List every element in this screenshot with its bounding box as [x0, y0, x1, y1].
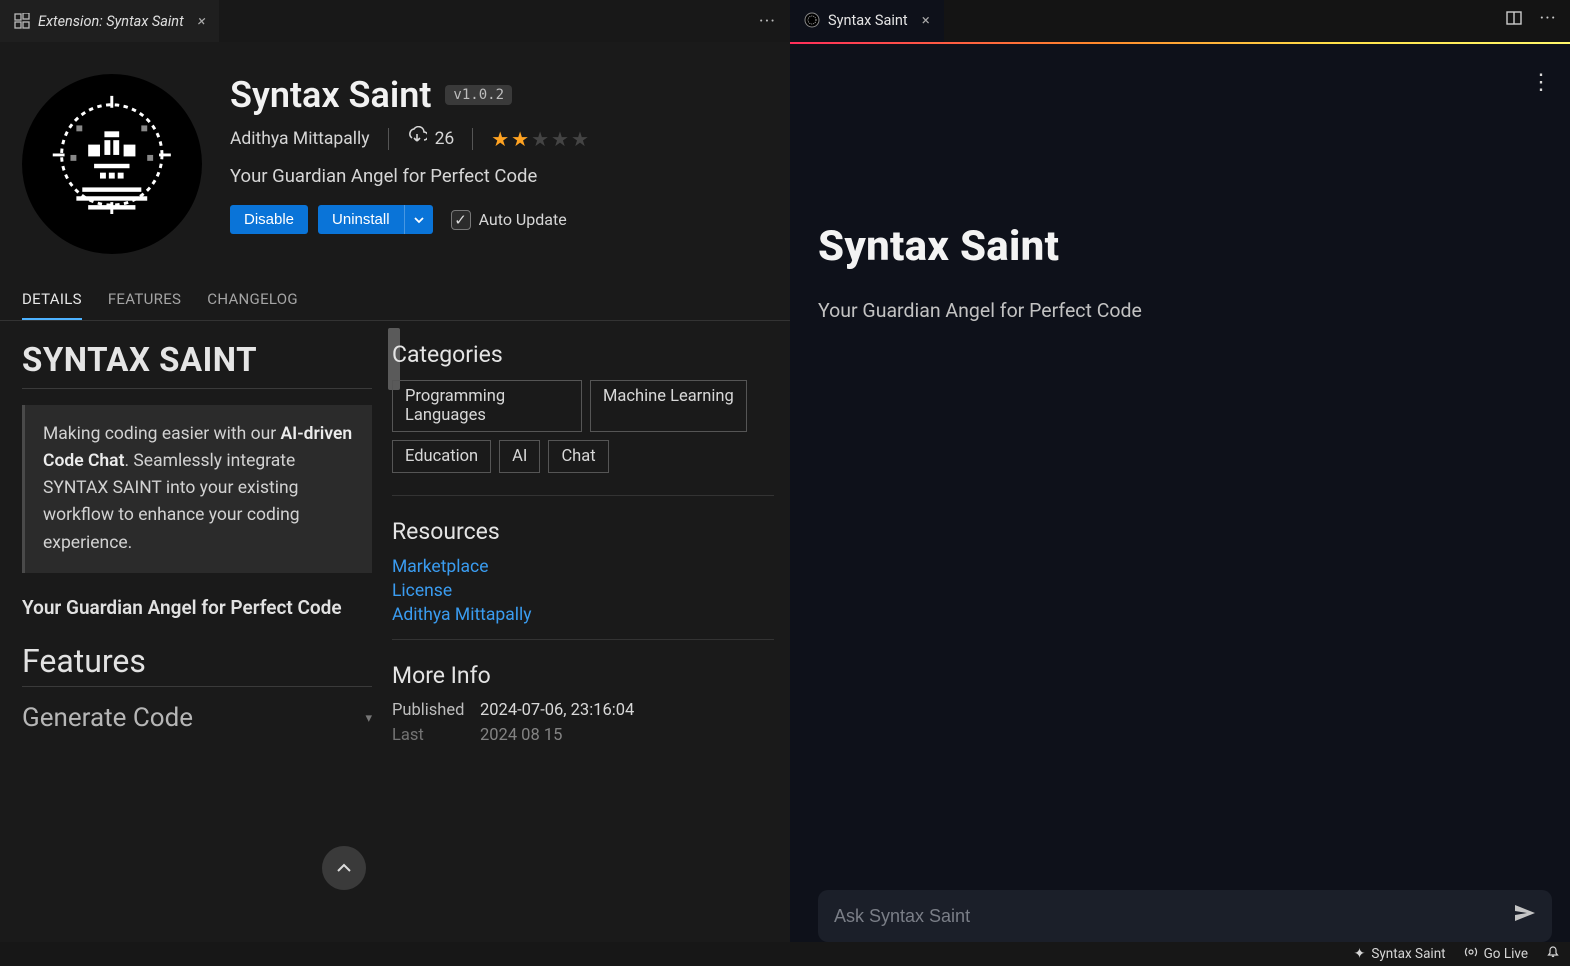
- info-key: Last: [392, 726, 470, 745]
- status-syntax-saint[interactable]: ✦ Syntax Saint: [1354, 946, 1446, 962]
- quote-text: Making coding easier with our: [43, 424, 281, 444]
- uninstall-button[interactable]: Uninstall: [318, 205, 404, 234]
- extension-logo: [22, 74, 202, 254]
- more-icon[interactable]: ···: [1538, 8, 1558, 28]
- kebab-menu-icon[interactable]: ⋮: [1530, 70, 1552, 95]
- readme-quote: Making coding easier with our AI-driven …: [22, 405, 372, 573]
- tab-syntax-saint[interactable]: Syntax Saint ×: [790, 0, 944, 42]
- tab-details[interactable]: DETAILS: [22, 282, 82, 320]
- extension-name: Syntax Saint: [230, 74, 431, 116]
- auto-update-label: Auto Update: [479, 210, 567, 229]
- bell-icon: [1546, 945, 1560, 963]
- features-heading: Features: [22, 642, 372, 680]
- info-row-last: Last 2024 08 15: [392, 726, 774, 745]
- moreinfo-heading: More Info: [392, 662, 774, 689]
- sparkle-icon: ✦: [1354, 946, 1366, 962]
- tab-features[interactable]: FEATURES: [108, 282, 181, 320]
- ask-input[interactable]: [834, 906, 1512, 927]
- install-number: 26: [435, 129, 455, 149]
- readme-sub-tagline: Your Guardian Angel for Perfect Code: [22, 595, 372, 621]
- info-row-published: Published 2024-07-06, 23:16:04: [392, 701, 774, 720]
- version-badge: v1.0.2: [445, 85, 512, 105]
- chat-subtitle: Your Guardian Angel for Perfect Code: [818, 299, 1542, 322]
- right-tabbar: Syntax Saint × ···: [790, 0, 1570, 42]
- chat-title: Syntax Saint: [818, 222, 1542, 271]
- extension-header: Syntax Saint v1.0.2 Adithya Mittapally: [0, 42, 790, 264]
- category-machine-learning[interactable]: Machine Learning: [590, 380, 747, 432]
- divider: [392, 639, 774, 640]
- link-marketplace[interactable]: Marketplace: [392, 557, 774, 577]
- more-icon[interactable]: ···: [759, 11, 776, 32]
- status-label: Syntax Saint: [1371, 946, 1445, 962]
- divider: [392, 495, 774, 496]
- tab-extension[interactable]: Extension: Syntax Saint ×: [0, 0, 219, 42]
- app-logo-icon: [804, 12, 820, 28]
- download-icon: [407, 126, 427, 151]
- auto-update-checkbox[interactable]: ✓: [451, 210, 471, 230]
- extension-tagline: Your Guardian Angel for Perfect Code: [230, 165, 772, 187]
- ask-bar: [818, 890, 1552, 942]
- category-programming-languages[interactable]: Programming Languages: [392, 380, 582, 432]
- status-notifications[interactable]: [1546, 945, 1560, 963]
- divider: [22, 686, 372, 687]
- rating-stars[interactable]: ★★★★★: [491, 127, 591, 151]
- broadcast-icon: [1464, 945, 1478, 963]
- status-label: Go Live: [1484, 946, 1528, 962]
- extensions-icon: [14, 13, 30, 29]
- publisher-name[interactable]: Adithya Mittapally: [230, 129, 370, 149]
- chevron-down-icon[interactable]: ▾: [365, 711, 372, 726]
- subtabs: DETAILS FEATURES CHANGELOG: [0, 264, 790, 321]
- tab-title-left: Extension: Syntax Saint: [38, 13, 184, 30]
- status-go-live[interactable]: Go Live: [1464, 945, 1528, 963]
- tab-title-right: Syntax Saint: [828, 12, 908, 29]
- info-value: 2024 08 15: [480, 726, 774, 745]
- link-publisher[interactable]: Adithya Mittapally: [392, 605, 774, 625]
- generate-code-label: Generate Code: [22, 703, 193, 733]
- send-icon[interactable]: [1512, 901, 1536, 931]
- split-editor-icon[interactable]: [1504, 8, 1524, 28]
- close-icon[interactable]: ×: [198, 12, 206, 30]
- resources-heading: Resources: [392, 518, 774, 545]
- category-ai[interactable]: AI: [499, 440, 540, 473]
- readme-title: SYNTAX SAINT: [22, 341, 372, 380]
- tab-changelog[interactable]: CHANGELOG: [207, 282, 298, 320]
- divider: [22, 388, 372, 389]
- close-icon[interactable]: ×: [922, 11, 930, 29]
- divider: [472, 128, 473, 150]
- info-key: Published: [392, 701, 470, 720]
- generate-code-heading: Generate Code ▾: [22, 703, 372, 733]
- scroll-to-top-button[interactable]: [322, 846, 366, 890]
- uninstall-caret[interactable]: [404, 205, 433, 234]
- category-chat[interactable]: Chat: [548, 440, 608, 473]
- disable-button[interactable]: Disable: [230, 205, 308, 234]
- category-education[interactable]: Education: [392, 440, 491, 473]
- link-license[interactable]: License: [392, 581, 774, 601]
- left-tabbar: Extension: Syntax Saint × ···: [0, 0, 790, 42]
- statusbar: ✦ Syntax Saint Go Live: [0, 942, 1570, 966]
- categories-heading: Categories: [392, 341, 774, 368]
- divider: [388, 128, 389, 150]
- install-count: 26: [407, 126, 455, 151]
- info-value: 2024-07-06, 23:16:04: [480, 701, 774, 720]
